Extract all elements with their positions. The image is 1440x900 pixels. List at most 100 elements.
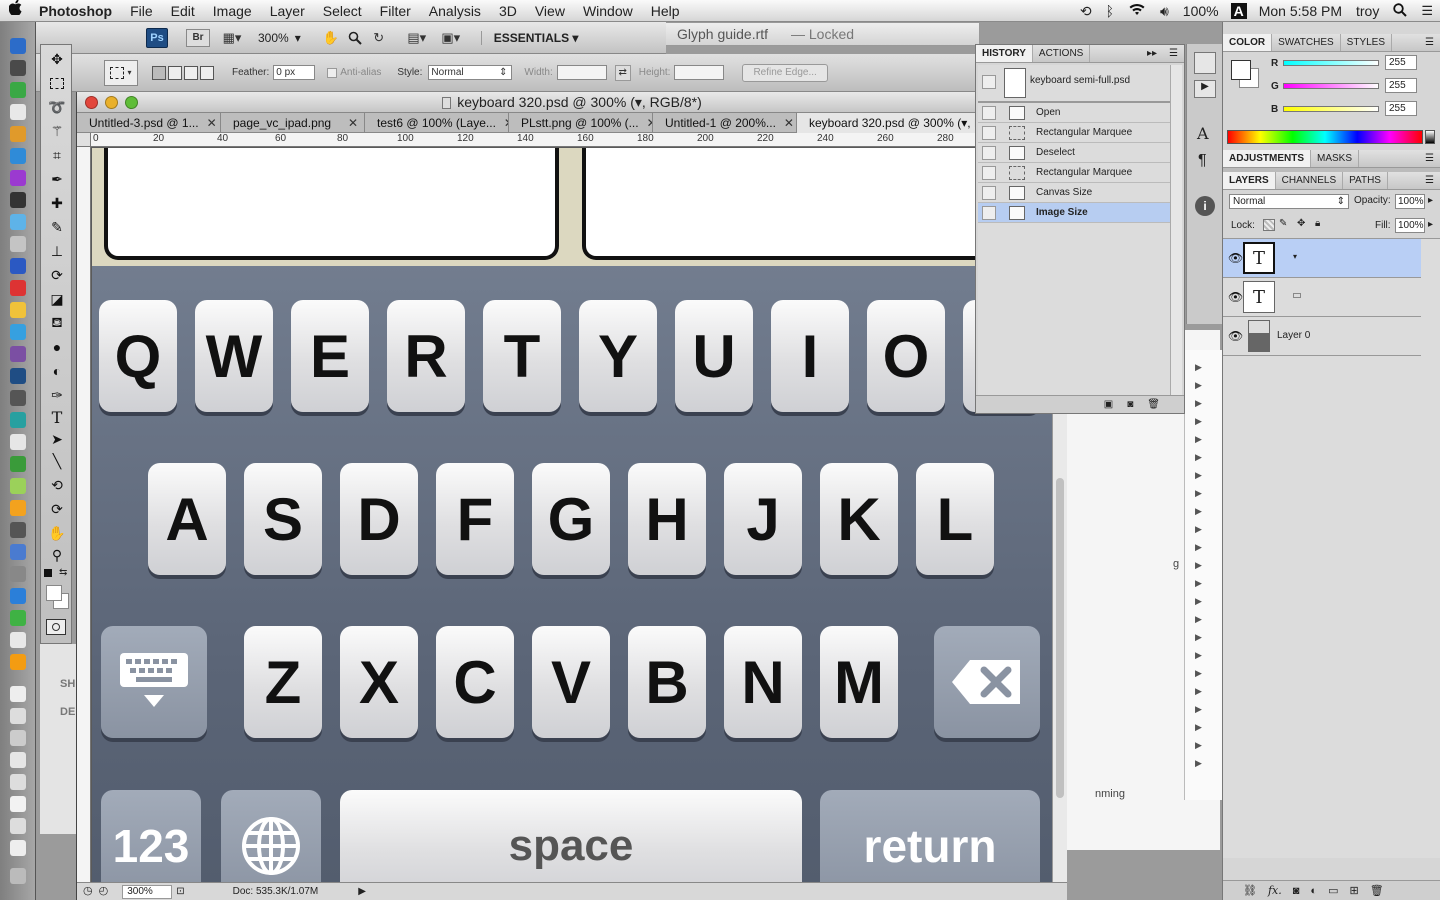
color-spectrum-ramp[interactable] <box>1227 130 1423 144</box>
dock-app-icon[interactable] <box>10 170 26 186</box>
channel-b-slider[interactable] <box>1283 106 1379 112</box>
dock-app-icon[interactable] <box>10 774 26 790</box>
dock-app-icon[interactable] <box>10 390 26 406</box>
tab-masks[interactable]: MASKS <box>1311 150 1360 167</box>
blur-tool-icon[interactable]: ● <box>44 337 70 357</box>
magic-wand-tool-icon[interactable]: ⚚ <box>44 121 70 141</box>
line-tool-icon[interactable]: ╲ <box>44 451 70 471</box>
close-window-button[interactable] <box>85 96 98 109</box>
layer-visibility-eye-icon[interactable]: 👁︎ <box>1228 290 1243 304</box>
layer-row-selected[interactable]: 👁︎ T ▾ <box>1223 239 1421 278</box>
zoom-tool-icon[interactable] <box>343 28 367 48</box>
tab-styles[interactable]: STYLES <box>1341 34 1393 51</box>
dock-app-icon[interactable] <box>10 104 26 120</box>
dock-app-icon[interactable] <box>10 588 26 604</box>
dock-app-icon[interactable] <box>10 456 26 472</box>
dodge-tool-icon[interactable]: ◐ <box>44 361 70 381</box>
key-m[interactable]: M <box>820 626 898 738</box>
key-t[interactable]: T <box>483 300 561 412</box>
key-r[interactable]: R <box>387 300 465 412</box>
dock-app-icon[interactable] <box>10 434 26 450</box>
status-zoom-field[interactable]: 300% <box>122 884 173 899</box>
vertical-ruler[interactable] <box>77 147 91 882</box>
panel-collapse-icon[interactable]: ▸▸ <box>1141 45 1163 62</box>
trash-icon[interactable] <box>10 868 26 884</box>
foreground-color-swatch[interactable] <box>1231 60 1251 80</box>
refine-edge-button[interactable]: Refine Edge... <box>742 63 828 82</box>
link-layers-icon[interactable]: ⛓︎ <box>1243 884 1257 897</box>
menu-select[interactable]: Select <box>314 0 371 22</box>
panel-menu-icon[interactable]: ☰ <box>1419 172 1440 189</box>
dock-app-icon[interactable] <box>10 840 26 856</box>
battery-status[interactable]: 100% <box>1176 3 1226 19</box>
history-step[interactable]: Rectangular Marquee <box>978 123 1170 143</box>
key-v[interactable]: V <box>532 626 610 738</box>
dock-app-icon[interactable] <box>10 148 26 164</box>
panel-menu-icon[interactable]: ☰ <box>1419 34 1440 51</box>
dock-app-icon[interactable] <box>10 412 26 428</box>
dock-app-icon[interactable] <box>10 258 26 274</box>
key-h[interactable]: H <box>628 463 706 575</box>
channel-r-value[interactable]: 255 <box>1385 55 1417 70</box>
channel-b-value[interactable]: 255 <box>1385 101 1417 116</box>
delete-state-icon[interactable]: 🗑︎ <box>1147 399 1160 410</box>
pen-tool-icon[interactable]: ✑ <box>44 385 70 405</box>
key-b[interactable]: B <box>628 626 706 738</box>
minimize-window-button[interactable] <box>105 96 118 109</box>
feather-input[interactable]: 0 px <box>273 65 316 80</box>
lock-all-icon[interactable]: 🔒︎ <box>1315 218 1320 229</box>
status-menu-icon[interactable]: ⊡ <box>176 883 184 900</box>
input-menu-icon[interactable]: A <box>1230 3 1247 19</box>
channel-g-slider[interactable] <box>1283 83 1379 89</box>
width-input[interactable] <box>556 65 607 80</box>
eraser-tool-icon[interactable]: ◪ <box>44 289 70 309</box>
delete-layer-icon[interactable]: 🗑︎ <box>1370 884 1384 897</box>
menu-image[interactable]: Image <box>204 0 261 22</box>
add-mask-icon[interactable]: ◙ <box>1293 885 1300 897</box>
app-menu[interactable]: Photoshop <box>31 0 121 22</box>
dock-app-icon[interactable] <box>10 654 26 670</box>
dock-app-icon[interactable] <box>10 368 26 384</box>
zoom-window-button[interactable] <box>125 96 138 109</box>
document-tab[interactable]: test6 @ 100% (Laye...✕ <box>365 113 509 133</box>
key-n[interactable]: N <box>724 626 802 738</box>
rotate-view-icon[interactable]: ↻ <box>367 28 391 48</box>
selection-mode-subtract[interactable] <box>184 65 198 80</box>
tab-actions[interactable]: ACTIONS <box>1033 45 1091 62</box>
ruler-origin[interactable] <box>77 133 91 147</box>
menu-edit[interactable]: Edit <box>162 0 204 22</box>
foreground-color-swatch[interactable] <box>46 585 62 601</box>
history-step[interactable]: Canvas Size <box>978 183 1170 203</box>
key-k[interactable]: K <box>820 463 898 575</box>
document-tab[interactable]: Untitled-1 @ 200%... ✕ <box>653 113 797 133</box>
tab-paths[interactable]: PATHS <box>1343 172 1388 189</box>
canvas[interactable]: Q W E R T Y U I O A S D F G H J K L Z X … <box>92 148 1052 882</box>
layer-visibility-eye-icon[interactable]: 👁︎ <box>1228 251 1243 265</box>
dock-app-icon[interactable] <box>10 610 26 626</box>
dock-app-icon[interactable] <box>10 38 26 54</box>
dock-app-icon[interactable] <box>10 730 26 746</box>
dock-app-icon[interactable] <box>10 632 26 648</box>
spotlight-icon[interactable] <box>1386 2 1414 20</box>
dock-app-icon[interactable] <box>10 544 26 560</box>
key-j[interactable]: J <box>724 463 802 575</box>
user-menu[interactable]: troy <box>1349 3 1386 19</box>
swap-colors-icon[interactable]: ⇆ <box>59 567 67 578</box>
dock-app-icon[interactable] <box>10 522 26 538</box>
key-g[interactable]: G <box>532 463 610 575</box>
history-scrollbar[interactable] <box>1170 65 1182 395</box>
photoshop-logo-button[interactable]: Ps <box>146 27 168 48</box>
zoom-tool-icon[interactable]: ⚲ <box>44 545 70 565</box>
key-s[interactable]: S <box>244 463 322 575</box>
history-step-checkbox[interactable] <box>982 186 996 200</box>
dock-app-icon[interactable] <box>10 686 26 702</box>
key-f[interactable]: F <box>436 463 514 575</box>
anti-alias-checkbox[interactable] <box>327 67 338 78</box>
channel-r-slider[interactable] <box>1283 60 1379 66</box>
close-tab-icon[interactable]: ✕ <box>348 113 358 133</box>
dock-app-icon[interactable] <box>10 192 26 208</box>
clone-stamp-tool-icon[interactable]: ⊥ <box>44 241 70 261</box>
menu-view[interactable]: View <box>526 0 574 22</box>
history-step-checkbox[interactable] <box>982 106 996 120</box>
clone-source-panel-icon[interactable]: ▶ <box>1194 80 1216 98</box>
